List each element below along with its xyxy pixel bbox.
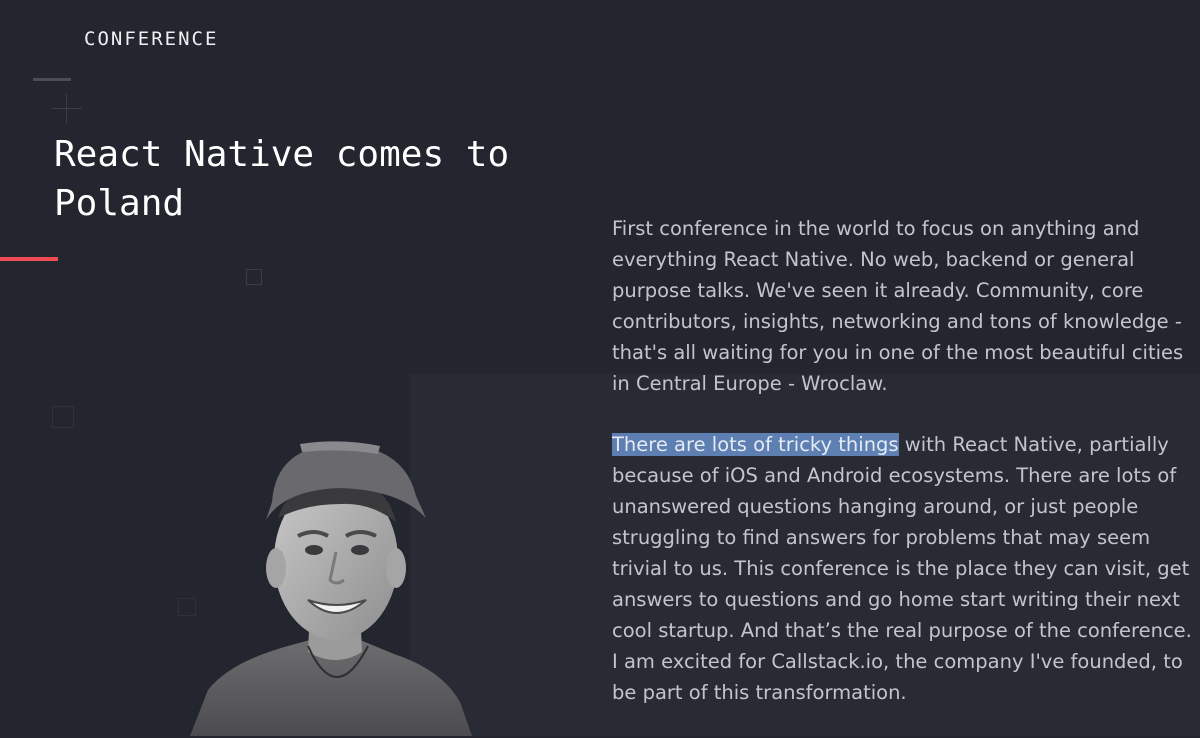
page-title: React Native comes to Poland	[54, 134, 510, 224]
detail-paragraph-text: with React Native, partially because of …	[612, 433, 1192, 704]
decorative-line	[33, 78, 71, 81]
section-label: CONFERENCE	[84, 28, 219, 50]
decorative-square	[52, 406, 74, 428]
decorative-square	[246, 269, 262, 285]
detail-paragraph: There are lots of tricky things with Rea…	[612, 429, 1196, 708]
decorative-plus-icon	[52, 94, 82, 124]
intro-paragraph: First conference in the world to focus o…	[612, 217, 1184, 395]
article-body: First conference in the world to focus o…	[612, 213, 1196, 738]
speaker-portrait-image	[190, 441, 472, 736]
selected-text-highlight[interactable]: There are lots of tricky things	[612, 433, 899, 456]
accent-bar	[0, 257, 58, 261]
